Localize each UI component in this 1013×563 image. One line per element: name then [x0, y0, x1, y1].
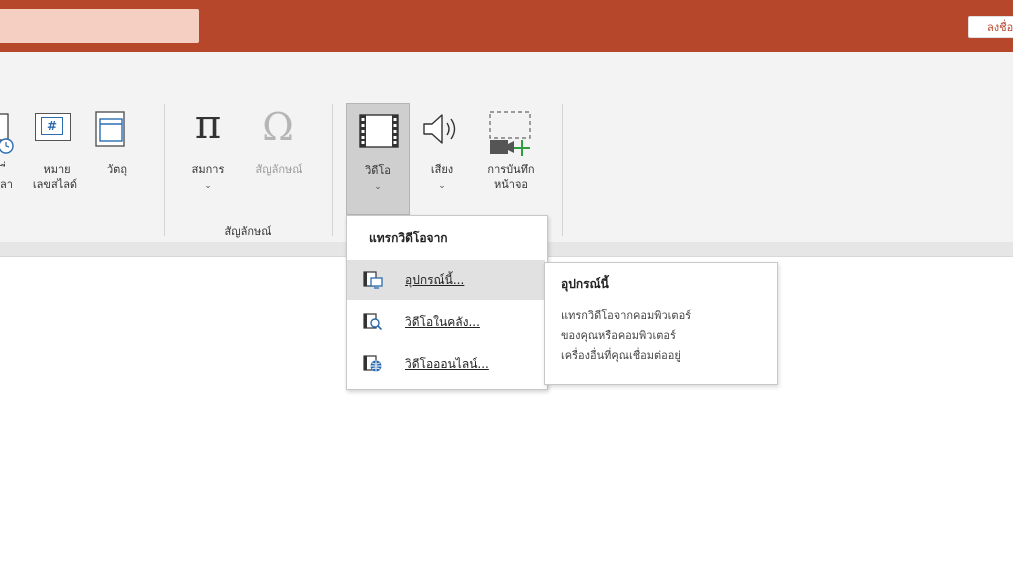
- title-bar: ลงชื่อ: [0, 0, 1013, 52]
- video-label: วิดีโอ: [365, 164, 391, 177]
- speaker-icon: [423, 114, 456, 144]
- search-video-icon: [363, 313, 383, 331]
- omega-icon: Ω: [262, 105, 294, 149]
- equation-label: สมการ: [191, 163, 225, 176]
- globe-video-icon: [363, 355, 382, 372]
- chevron-down-icon: ⌄: [438, 181, 446, 191]
- calendar-clock-icon: [0, 113, 14, 154]
- monitor-video-icon: [363, 271, 383, 289]
- group-separator: [332, 104, 333, 236]
- menu-item-label: วิดีโอออนไลน์...: [405, 357, 489, 371]
- audio-button[interactable]: เสียง ⌄: [414, 110, 470, 210]
- slide-number-icon-glyph: #: [41, 117, 63, 135]
- pi-icon: π: [194, 102, 222, 148]
- object-label: วัตถุ: [107, 163, 127, 176]
- date-time-button[interactable]: ี่ ลา: [0, 110, 20, 210]
- menu-item-label: อุปกรณ์นี้...: [405, 273, 465, 287]
- slide-number-button[interactable]: # หมาย เลขสไลด์: [26, 110, 84, 210]
- tooltip-line: ของคุณหรือคอมพิวเตอร์: [561, 329, 676, 342]
- slide-number-icon: #: [35, 113, 71, 141]
- menu-item-label: วิดีโอในคลัง...: [405, 315, 480, 329]
- group-separator: [562, 104, 563, 236]
- group-separator: [164, 104, 165, 236]
- menu-item-online-videos[interactable]: วิดีโอออนไลน์...: [347, 344, 545, 384]
- ribbon: ี่ ลา # หมาย เลขสไลด์ วัตถุ π สมการ ⌄: [0, 52, 1013, 242]
- chevron-down-icon: ⌄: [374, 182, 382, 192]
- chevron-down-icon: ⌄: [204, 181, 212, 191]
- screen-recording-label-1: การบันทึก: [487, 163, 535, 176]
- insert-video-menu: แทรกวิดีโอจาก อุปกรณ์นี้... วิดีโอในคลัง…: [346, 215, 548, 390]
- film-strip-icon: [359, 114, 399, 148]
- menu-item-stock-videos[interactable]: วิดีโอในคลัง...: [347, 302, 545, 342]
- tooltip-line: แทรกวิดีโอจากคอมพิวเตอร์: [561, 309, 692, 322]
- audio-label: เสียง: [430, 163, 454, 176]
- symbol-label: สัญลักษณ์: [255, 163, 303, 176]
- screen-recording-label-2: หน้าจอ: [494, 178, 528, 191]
- menu-item-this-device[interactable]: อุปกรณ์นี้...: [347, 260, 545, 300]
- tooltip-title: อุปกรณ์นี้: [561, 277, 609, 291]
- sign-in-button[interactable]: ลงชื่อ: [968, 16, 1013, 38]
- screen-recording-icon: [489, 111, 531, 156]
- search-box[interactable]: [0, 9, 199, 43]
- object-button[interactable]: วัตถุ: [88, 110, 134, 210]
- date-time-label-2: ลา: [0, 178, 13, 191]
- equation-button[interactable]: π สมการ ⌄: [180, 102, 236, 210]
- object-icon: [95, 111, 125, 147]
- this-device-tooltip: อุปกรณ์นี้ แทรกวิดีโอจากคอมพิวเตอร์ ของค…: [544, 262, 778, 385]
- slide-number-label-2: เลขสไลด์: [32, 178, 78, 191]
- slide-number-label-1: หมาย: [43, 163, 71, 176]
- symbols-group-label: สัญลักษณ์: [224, 225, 272, 238]
- tooltip-line: เครื่องอื่นที่คุณเชื่อมต่ออยู่: [561, 349, 681, 362]
- symbol-button[interactable]: Ω สัญลักษณ์: [240, 105, 318, 210]
- screen-recording-button[interactable]: การบันทึก หน้าจอ: [474, 110, 548, 210]
- video-button[interactable]: วิดีโอ ⌄: [346, 103, 410, 215]
- date-time-label-1: ี่: [0, 162, 20, 177]
- insert-video-menu-header: แทรกวิดีโอจาก: [369, 231, 448, 245]
